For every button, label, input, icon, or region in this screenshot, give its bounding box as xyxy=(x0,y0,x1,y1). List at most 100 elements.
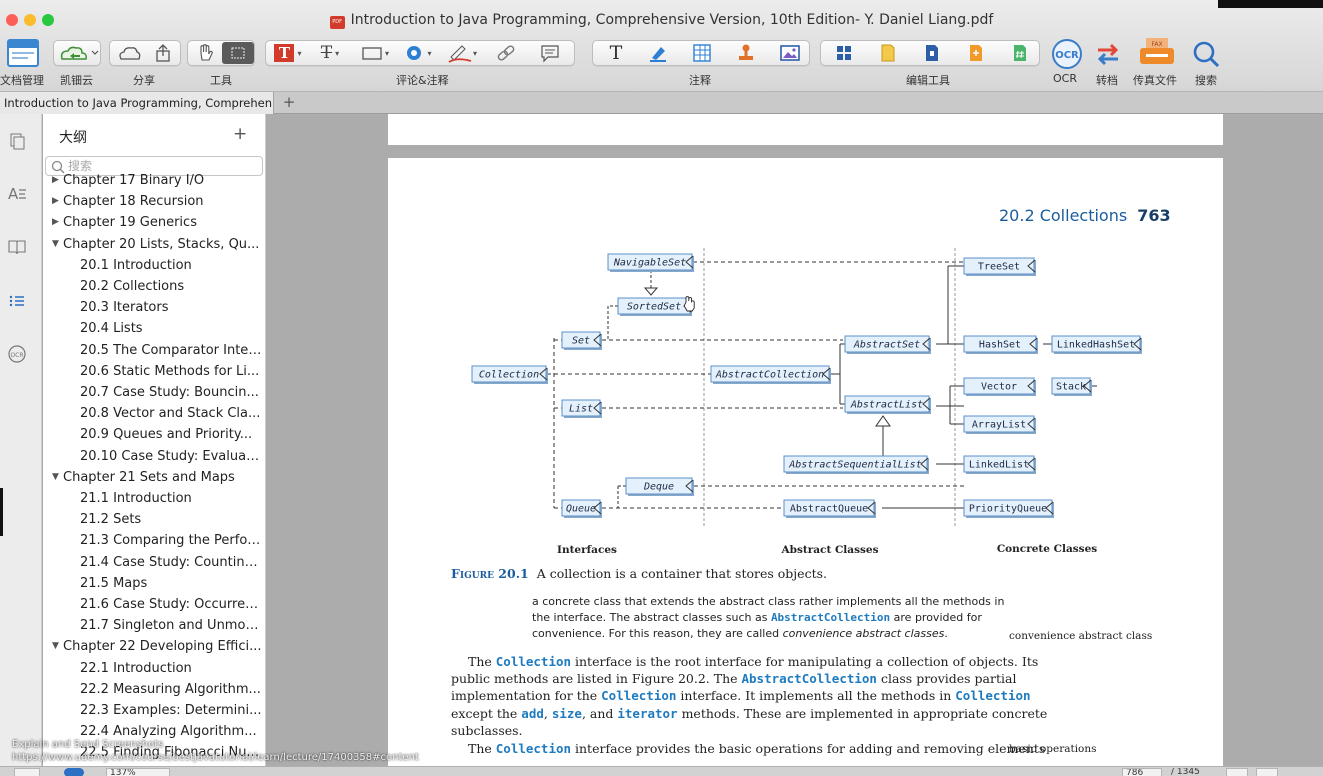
color-picker-button[interactable]: ▾ xyxy=(398,42,438,64)
help-icon[interactable] xyxy=(64,768,84,776)
highlight-pen-button[interactable] xyxy=(641,42,675,64)
paragraph-2-line-5: subclasses. xyxy=(451,723,523,738)
diagram-node-stack: Stack xyxy=(1051,377,1092,396)
outline-section-item[interactable]: 20.6 Static Methods for Li... xyxy=(80,361,263,382)
prev-page-button[interactable] xyxy=(1226,768,1248,776)
disclosure-expanded-icon[interactable]: ▼ xyxy=(52,467,59,488)
share-export-button[interactable] xyxy=(148,43,178,63)
disclosure-collapsed-icon[interactable]: ▶ xyxy=(52,172,59,191)
outline-section-item[interactable]: 20.1 Introduction xyxy=(80,255,263,276)
bookmark-page-button[interactable] xyxy=(915,42,949,64)
thumbnails-button[interactable] xyxy=(0,132,34,150)
disclosure-collapsed-icon[interactable]: ▶ xyxy=(52,191,59,212)
code-iterator: iterator xyxy=(617,706,678,721)
outline-chapter-item[interactable]: ▼ Chapter 20 Lists, Stacks, Qu... xyxy=(51,234,263,255)
cloud-button[interactable] xyxy=(53,40,101,66)
margin-note-1: convenience abstract class xyxy=(1009,630,1153,642)
outline-section-item[interactable]: 21.4 Case Study: Counting... xyxy=(80,552,263,573)
outline-section-item[interactable]: 21.1 Introduction xyxy=(80,488,263,509)
outline-section-item[interactable]: 22.1 Introduction xyxy=(80,658,263,679)
outline-chapter-item[interactable]: ▶ Chapter 17 Binary I/O xyxy=(51,172,263,191)
outline-section-item[interactable]: 22.2 Measuring Algorithm... xyxy=(80,679,263,700)
convert-arrows-icon xyxy=(1097,43,1119,66)
note-tool-button[interactable] xyxy=(532,42,568,64)
rectangle-tool-button[interactable]: ▾ xyxy=(354,42,396,64)
view-mode-button[interactable] xyxy=(14,768,40,776)
search-button[interactable] xyxy=(1190,38,1222,70)
typewriter-button[interactable]: T xyxy=(599,42,633,64)
outline-section-item[interactable]: 20.9 Queues and Priority... xyxy=(80,424,263,445)
outline-chapter-item[interactable]: ▶ Chapter 19 Generics xyxy=(51,212,263,233)
outline-section-item[interactable]: 21.5 Maps xyxy=(80,573,263,594)
hand-tool-button[interactable] xyxy=(190,42,220,64)
outline-view-button[interactable] xyxy=(0,292,34,310)
outline-section-item[interactable]: 20.3 Iterators xyxy=(80,297,263,318)
text-color-button[interactable]: T ▾ xyxy=(270,42,306,64)
disclosure-expanded-icon[interactable]: ▼ xyxy=(52,636,59,657)
chevron-down-icon: ▾ xyxy=(384,48,389,58)
stamp-tool-button[interactable] xyxy=(729,42,763,64)
window-title-text: Introduction to Java Programming, Compre… xyxy=(350,12,994,28)
outline-section-item[interactable]: 21.3 Comparing the Perfor... xyxy=(80,530,263,551)
fax-button[interactable]: FAX xyxy=(1138,36,1176,70)
para2-text-2a: public methods are listed in Figure 20.2… xyxy=(451,671,742,686)
convert-button[interactable] xyxy=(1092,38,1124,70)
outline-section-item[interactable]: 21.6 Case Study: Occurren... xyxy=(80,594,263,615)
outline-section-item[interactable]: 20.2 Collections xyxy=(80,276,263,297)
ocr-button[interactable]: OCR xyxy=(1050,38,1084,70)
para2-sep-1: , xyxy=(543,706,552,721)
upload-cloud-button[interactable] xyxy=(114,43,144,63)
zoom-select[interactable]: 137% xyxy=(106,768,170,776)
add-bookmark-button[interactable]: + xyxy=(233,124,247,144)
marker-icon xyxy=(650,47,666,62)
tools-label: 工具 xyxy=(210,74,232,87)
disclosure-collapsed-icon[interactable]: ▶ xyxy=(52,212,59,233)
annotate-label: 注释 xyxy=(689,74,711,87)
strikethrough-icon: T xyxy=(320,43,333,63)
dark-strip xyxy=(1218,0,1323,8)
outline-section-item[interactable]: 22.3 Examples: Determini... xyxy=(80,700,263,721)
diagram-node-label: AbstractSequentialList xyxy=(788,460,921,471)
text-view-button[interactable]: A xyxy=(0,184,34,202)
outline-section-item[interactable]: 20.8 Vector and Stack Cla... xyxy=(80,403,263,424)
outline-item-label: 21.4 Case Study: Counting... xyxy=(80,554,263,570)
strikethrough-button[interactable]: T ▾ xyxy=(310,42,350,64)
insert-page-button[interactable] xyxy=(871,42,905,64)
pen-tool-button[interactable]: ▾ xyxy=(440,42,484,64)
outline-chapter-item[interactable]: ▼ Chapter 21 Sets and Maps xyxy=(51,467,263,488)
ocr-view-button[interactable]: OCR xyxy=(0,344,34,364)
diagram-node-list: List xyxy=(561,399,602,418)
outline-section-item[interactable]: 20.10 Case Study: Evaluati... xyxy=(80,446,263,467)
pen-icon xyxy=(448,45,472,63)
page-number-input[interactable]: 786 xyxy=(1122,768,1162,776)
document-tab[interactable]: Introduction to Java Programming, Compre… xyxy=(0,92,274,114)
organize-pages-button[interactable] xyxy=(827,42,861,64)
outline-section-item[interactable]: 20.5 The Comparator Inter... xyxy=(80,340,263,361)
outline-section-item[interactable]: 21.7 Singleton and Unmod... xyxy=(80,615,263,636)
outline-chapter-item[interactable]: ▶ Chapter 18 Recursion xyxy=(51,191,263,212)
extract-page-button[interactable] xyxy=(959,42,993,64)
document-blue-icon xyxy=(926,45,938,61)
outline-chapter-item[interactable]: ▼ Chapter 22 Developing Effici... xyxy=(51,636,263,657)
link-tool-button[interactable] xyxy=(488,42,524,64)
next-page-button[interactable] xyxy=(1256,768,1278,776)
file-manage-button[interactable] xyxy=(6,38,40,68)
code-abstract-collection: AbstractCollection xyxy=(770,611,891,624)
disclosure-expanded-icon[interactable]: ▼ xyxy=(52,234,59,255)
table-tool-button[interactable] xyxy=(685,42,719,64)
document-viewer[interactable]: 20.2 Collections 763 NavigableSet Sorted… xyxy=(267,114,1323,776)
new-tab-button[interactable]: + xyxy=(280,92,298,114)
outline-item-label: 20.5 The Comparator Inter... xyxy=(80,342,263,358)
comment-label: 评论&注释 xyxy=(396,74,449,87)
image-tool-button[interactable] xyxy=(773,42,807,64)
page-number-button[interactable] xyxy=(1003,42,1037,64)
outline-item-label: 21.2 Sets xyxy=(80,512,142,528)
comment-note-icon xyxy=(541,45,559,63)
outline-section-item[interactable]: 20.7 Case Study: Bouncin... xyxy=(80,382,263,403)
select-tool-button[interactable] xyxy=(222,42,254,64)
bookmarks-view-button[interactable] xyxy=(0,238,34,256)
outline-section-item[interactable]: 20.4 Lists xyxy=(80,318,263,339)
para2-text-1b: interface is the root interface for mani… xyxy=(571,654,1039,669)
para1-text-2b: are provided for xyxy=(890,611,982,624)
outline-section-item[interactable]: 21.2 Sets xyxy=(80,509,263,530)
